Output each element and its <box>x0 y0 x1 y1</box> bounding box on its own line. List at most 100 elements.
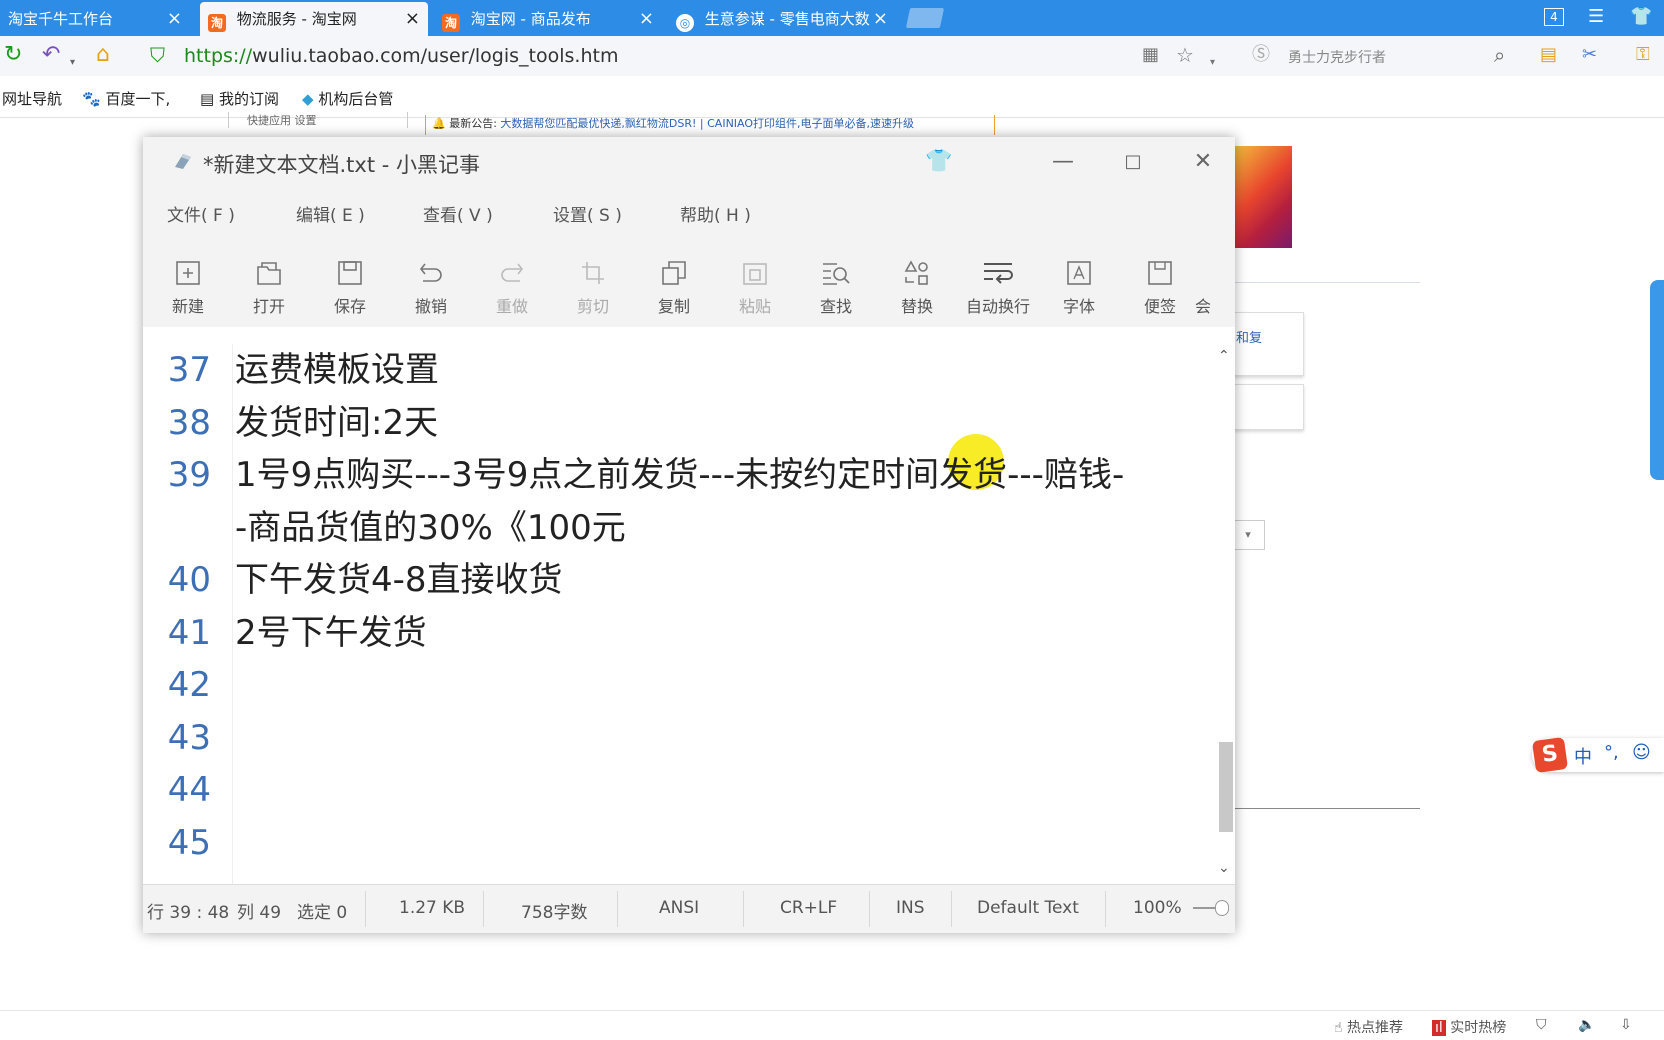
tool-label: 剪切 <box>576 297 609 316</box>
extension-icon[interactable]: ▤ <box>1540 44 1557 66</box>
scissors-icon[interactable]: ✂ <box>1582 44 1597 66</box>
status-insert-mode[interactable]: INS <box>896 898 925 918</box>
key-icon[interactable]: ⚿ <box>1636 44 1650 66</box>
tab-qianniu[interactable]: 淘宝千牛工作台 × <box>0 2 190 36</box>
download-icon[interactable]: ⇩ <box>1620 1017 1632 1033</box>
zoom-thumb[interactable] <box>1215 900 1229 916</box>
realtime-hot-link[interactable]: ıl 实时热榜 <box>1432 1017 1506 1037</box>
find-icon <box>823 263 850 285</box>
ime-toolbar[interactable]: S 中 °, ☺ <box>1531 736 1664 774</box>
text-line[interactable]: 发货时间:2天 <box>235 397 438 449</box>
zoom-slider[interactable] <box>1193 899 1229 917</box>
paste-button[interactable]: 粘贴 <box>720 259 790 317</box>
speaker-icon[interactable]: 🔈 <box>1578 1017 1595 1033</box>
menu-view[interactable]: 查看( V ) <box>423 201 493 226</box>
promo-banner[interactable] <box>1232 146 1292 248</box>
close-tab-icon[interactable]: × <box>873 2 888 36</box>
reply-link[interactable]: 和复 <box>1236 327 1262 346</box>
text-line[interactable]: 2号下午发货 <box>235 607 427 659</box>
emoji-icon[interactable]: ☺ <box>1632 742 1651 763</box>
redo-button[interactable]: 重做 <box>477 259 547 317</box>
announcement-bar[interactable]: 🔔 最新公告: 大数据帮您匹配最优快递,飘红物流DSR! | CAINIAO打印… <box>425 115 995 135</box>
divider <box>951 891 952 927</box>
save-button[interactable]: 保存 <box>315 259 385 317</box>
text-line[interactable]: 下午发货4-8直接收货 <box>235 554 563 606</box>
tab-logistics[interactable]: 淘 物流服务 - 淘宝网 × <box>200 2 428 36</box>
title-bar[interactable]: *新建文本文档.txt - 小黑记事 👕 — □ ✕ <box>143 137 1235 187</box>
tab-business-advisor[interactable]: ◎ 生意参谋 - 零售电商大数 × <box>668 2 896 36</box>
bookmark-nav[interactable]: 网址导航 <box>2 88 62 109</box>
home-icon[interactable]: ⌂ <box>96 44 110 66</box>
undo-history-icon[interactable]: ↶ <box>42 44 60 66</box>
vertical-scrollbar[interactable]: ⌃ ⌄ <box>1215 344 1235 884</box>
new-button[interactable]: 新建 <box>153 259 223 317</box>
quick-apps[interactable]: 快捷应用 设置 <box>228 112 408 128</box>
member-button[interactable]: 会 <box>1183 259 1223 317</box>
tool-label: 新建 <box>171 297 204 316</box>
search-engine-icon[interactable]: Ⓢ <box>1252 44 1270 66</box>
text-line[interactable]: -商品货值的30%《100元 <box>235 502 626 554</box>
refresh-icon[interactable]: ↻ <box>4 44 22 66</box>
close-tab-icon[interactable]: × <box>167 2 182 36</box>
sogou-logo-icon: S <box>1531 736 1569 774</box>
scroll-down-icon[interactable]: ⌄ <box>1218 860 1230 876</box>
close-tab-icon[interactable]: × <box>405 2 420 36</box>
skin-shirt-icon[interactable]: 👕 <box>1630 6 1652 27</box>
text-line[interactable]: 运费模板设置 <box>235 344 439 396</box>
maximize-button[interactable]: □ <box>1113 145 1153 179</box>
text-line[interactable]: 1号9点购买---3号9点之前发货---未按约定时间发货---赔钱- <box>235 449 1124 501</box>
open-button[interactable]: 打开 <box>234 259 304 317</box>
minimize-button[interactable]: — <box>1043 145 1083 179</box>
tool-label: 替换 <box>900 297 933 316</box>
scroll-thumb[interactable] <box>1219 742 1233 832</box>
announcement-label: 最新公告: <box>449 117 497 130</box>
find-button[interactable]: 查找 <box>801 259 871 317</box>
menu-settings[interactable]: 设置( S ) <box>553 201 622 226</box>
tab-count-badge[interactable]: 4 <box>1544 8 1564 26</box>
favorite-star-icon[interactable]: ☆ <box>1176 44 1194 66</box>
shield-icon[interactable]: ⛉ <box>1536 1017 1547 1033</box>
close-tab-icon[interactable]: × <box>639 2 654 36</box>
bookmark-subscription[interactable]: ▤ 我的订阅 <box>200 88 279 109</box>
text-editor[interactable]: 37 38 39 40 41 42 43 44 45 运费模板设置 发货时间:2天 1号9点购买--… <box>143 344 1215 884</box>
undo-button[interactable]: 撤销 <box>396 259 466 317</box>
bookmark-backend[interactable]: ◆ 机构后台管 <box>302 88 393 109</box>
replace-button[interactable]: 替换 <box>882 259 952 317</box>
qr-code-icon[interactable]: ▦ <box>1142 44 1159 66</box>
font-button[interactable]: 字体 <box>1044 259 1114 317</box>
ime-language[interactable]: 中 <box>1574 743 1592 769</box>
menu-file[interactable]: 文件( F ) <box>167 201 235 226</box>
line-number: 41 <box>167 612 211 653</box>
hot-recommend-link[interactable]: ☝ 热点推荐 <box>1334 1017 1403 1037</box>
bookmark-baidu[interactable]: 🐾 百度一下, <box>82 88 170 109</box>
member-icon <box>1189 259 1217 287</box>
status-encoding[interactable]: ANSI <box>659 898 699 918</box>
copy-button[interactable]: 复制 <box>639 259 709 317</box>
panel-card <box>1232 384 1304 430</box>
status-line-ending[interactable]: CR+LF <box>780 898 837 918</box>
window-title: *新建文本文档.txt - 小黑记事 <box>203 153 480 177</box>
menu-icon[interactable]: ☰ <box>1588 6 1604 27</box>
select-dropdown-icon[interactable]: ▾ <box>1232 520 1265 550</box>
skin-shirt-icon[interactable]: 👕 <box>919 145 959 179</box>
word-wrap-icon <box>984 263 1013 284</box>
new-tab-button[interactable] <box>905 8 945 28</box>
tool-label: 撤销 <box>414 297 447 316</box>
scroll-up-icon[interactable]: ⌃ <box>1218 348 1230 364</box>
cut-button[interactable]: 剪切 <box>558 259 628 317</box>
compass-favicon-icon: ◎ <box>676 14 694 32</box>
url-field[interactable]: https://wuliu.taobao.com/user/logis_tool… <box>184 45 618 67</box>
history-dropdown-icon[interactable]: ▾ <box>70 52 75 74</box>
side-float-panel[interactable] <box>1650 280 1664 480</box>
close-button[interactable]: ✕ <box>1183 145 1223 179</box>
word-wrap-button[interactable]: 自动换行 <box>963 259 1033 317</box>
status-syntax[interactable]: Default Text <box>977 898 1079 918</box>
line-number: 42 <box>167 665 211 705</box>
favorite-dropdown-icon[interactable]: ▾ <box>1210 52 1215 74</box>
menu-edit[interactable]: 编辑( E ) <box>296 201 365 226</box>
search-icon[interactable]: ⌕ <box>1494 44 1505 66</box>
tab-product-publish[interactable]: 淘 淘宝网 - 商品发布 × <box>434 2 662 36</box>
redo-icon <box>501 263 524 282</box>
ime-punctuation[interactable]: °, <box>1604 742 1619 763</box>
menu-help[interactable]: 帮助( H ) <box>680 201 751 226</box>
